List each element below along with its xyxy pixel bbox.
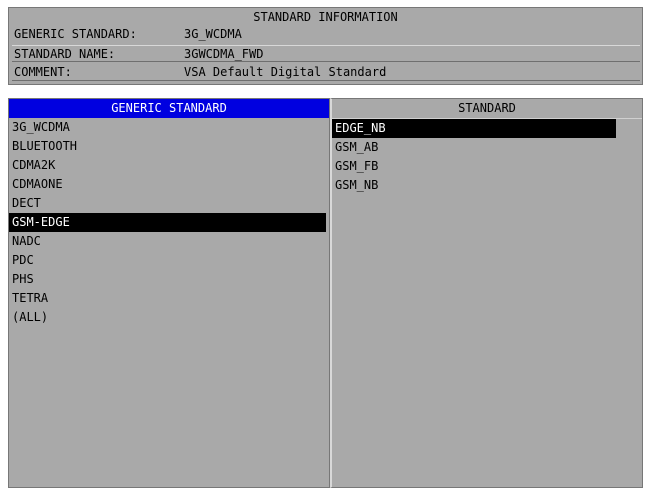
generic-standard-header[interactable]: GENERIC STANDARD xyxy=(9,99,329,118)
standard-list-item[interactable]: GSM_NB xyxy=(332,176,642,195)
info-label: STANDARD NAME: xyxy=(14,47,116,61)
generic-standard-list-panel: GENERIC STANDARD 3G_WCDMA BLUETOOTH CDMA2K… xyxy=(8,98,330,488)
standard-header[interactable]: STANDARD xyxy=(332,99,642,119)
standard-list-item[interactable]: EDGE_NB xyxy=(332,119,616,138)
info-value: 3G_WCDMA xyxy=(184,27,242,41)
generic-standard-list-item[interactable]: PDC xyxy=(9,251,329,270)
generic-standard-list-item[interactable]: CDMAONE xyxy=(9,175,329,194)
info-title: STANDARD INFORMATION xyxy=(253,10,398,24)
info-value: 3GWCDMA_FWD xyxy=(184,47,264,61)
info-label: COMMENT: xyxy=(14,65,72,79)
info-row-comment: COMMENT: VSA Default Digital Standard xyxy=(12,64,640,81)
generic-standard-list-item[interactable]: BLUETOOTH xyxy=(9,137,329,156)
standard-list-item[interactable]: GSM_FB xyxy=(332,157,642,176)
info-value: VSA Default Digital Standard xyxy=(184,65,387,79)
standard-list-item[interactable]: GSM_AB xyxy=(332,138,642,157)
standard-list-panel: STANDARD EDGE_NB GSM_AB GSM_FB GSM_NB xyxy=(330,98,643,488)
info-row-standard-name: STANDARD NAME: 3GWCDMA_FWD xyxy=(12,45,640,62)
generic-standard-list-item[interactable]: TETRA xyxy=(9,289,329,308)
generic-standard-list: 3G_WCDMA BLUETOOTH CDMA2K CDMAONE DECT GSM-ED… xyxy=(9,118,329,327)
info-label: GENERIC STANDARD: xyxy=(14,27,137,41)
generic-standard-list-item[interactable]: (ALL) xyxy=(9,308,329,327)
standard-information-panel: STANDARD INFORMATION GENERIC STANDARD: 3… xyxy=(8,7,643,85)
generic-standard-list-item[interactable]: GSM-EDGE xyxy=(9,213,326,232)
standard-list: EDGE_NB GSM_AB GSM_FB GSM_NB xyxy=(332,119,642,195)
generic-standard-list-item[interactable]: PHS xyxy=(9,270,329,289)
info-row-generic-standard: GENERIC STANDARD: 3G_WCDMA xyxy=(12,26,640,43)
generic-standard-list-item[interactable]: 3G_WCDMA xyxy=(9,118,329,137)
generic-standard-list-item[interactable]: NADC xyxy=(9,232,329,251)
generic-standard-list-item[interactable]: DECT xyxy=(9,194,329,213)
generic-standard-list-item[interactable]: CDMA2K xyxy=(9,156,329,175)
